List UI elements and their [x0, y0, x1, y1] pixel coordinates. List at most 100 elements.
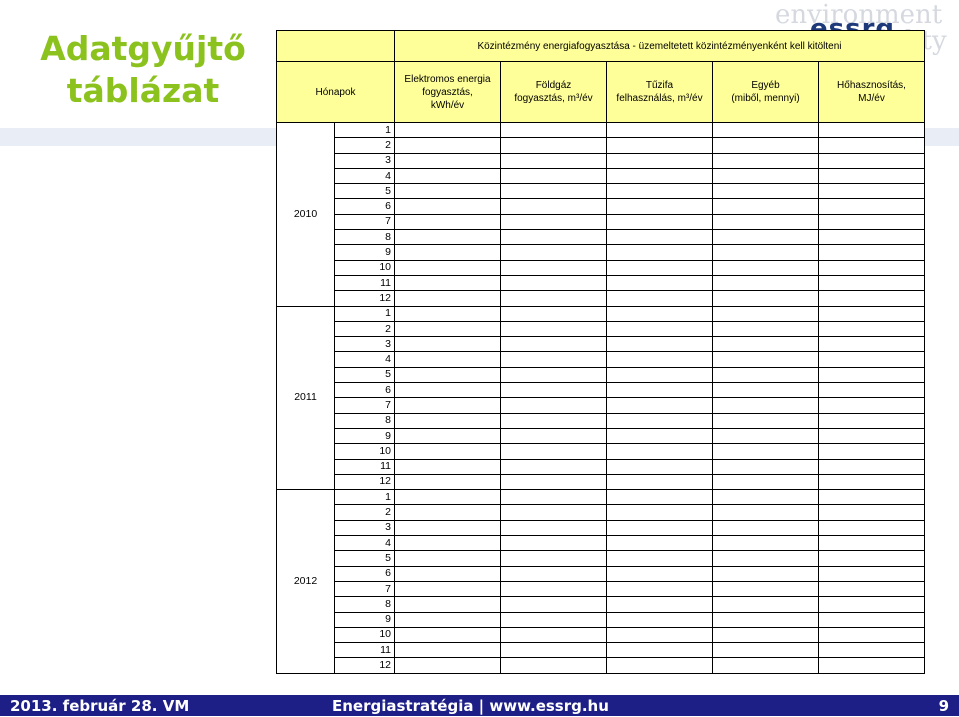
input-cell-heat[interactable] — [818, 443, 925, 460]
input-cell-electric[interactable] — [394, 198, 501, 215]
input-cell-electric[interactable] — [394, 167, 501, 185]
input-cell-heat[interactable] — [818, 611, 925, 628]
input-cell-gas[interactable] — [500, 121, 607, 139]
input-cell-wood[interactable] — [606, 397, 713, 414]
input-cell-heat[interactable] — [818, 320, 925, 338]
input-cell-wood[interactable] — [606, 580, 713, 598]
input-cell-gas[interactable] — [500, 229, 607, 246]
input-cell-wood[interactable] — [606, 565, 713, 582]
input-cell-heat[interactable] — [818, 458, 925, 475]
input-cell-gas[interactable] — [500, 565, 607, 582]
input-cell-other[interactable] — [712, 580, 819, 598]
input-cell-gas[interactable] — [500, 611, 607, 628]
input-cell-heat[interactable] — [818, 259, 925, 276]
input-cell-heat[interactable] — [818, 152, 925, 169]
input-cell-gas[interactable] — [500, 213, 607, 231]
input-cell-gas[interactable] — [500, 320, 607, 338]
input-cell-electric[interactable] — [394, 229, 501, 246]
input-cell-heat[interactable] — [818, 274, 925, 292]
input-cell-wood[interactable] — [606, 336, 713, 353]
input-cell-electric[interactable] — [394, 121, 501, 139]
input-cell-heat[interactable] — [818, 183, 925, 200]
input-cell-wood[interactable] — [606, 657, 713, 674]
input-cell-electric[interactable] — [394, 382, 501, 399]
input-cell-other[interactable] — [712, 565, 819, 582]
input-cell-wood[interactable] — [606, 198, 713, 215]
input-cell-electric[interactable] — [394, 290, 501, 307]
input-cell-gas[interactable] — [500, 580, 607, 598]
input-cell-electric[interactable] — [394, 642, 501, 659]
input-cell-other[interactable] — [712, 504, 819, 521]
input-cell-heat[interactable] — [818, 427, 925, 445]
input-cell-heat[interactable] — [818, 657, 925, 674]
input-cell-gas[interactable] — [500, 305, 607, 322]
input-cell-wood[interactable] — [606, 213, 713, 231]
input-cell-gas[interactable] — [500, 259, 607, 276]
input-cell-gas[interactable] — [500, 458, 607, 475]
input-cell-other[interactable] — [712, 137, 819, 154]
input-cell-heat[interactable] — [818, 412, 925, 429]
input-cell-other[interactable] — [712, 152, 819, 169]
input-cell-heat[interactable] — [818, 504, 925, 521]
input-cell-gas[interactable] — [500, 489, 607, 506]
input-cell-gas[interactable] — [500, 167, 607, 185]
input-cell-heat[interactable] — [818, 137, 925, 154]
input-cell-gas[interactable] — [500, 382, 607, 399]
input-cell-other[interactable] — [712, 412, 819, 429]
input-cell-electric[interactable] — [394, 336, 501, 353]
input-cell-heat[interactable] — [818, 198, 925, 215]
input-cell-gas[interactable] — [500, 443, 607, 460]
input-cell-wood[interactable] — [606, 183, 713, 200]
input-cell-electric[interactable] — [394, 397, 501, 414]
input-cell-gas[interactable] — [500, 596, 607, 613]
input-cell-electric[interactable] — [394, 550, 501, 567]
input-cell-heat[interactable] — [818, 351, 925, 368]
input-cell-electric[interactable] — [394, 535, 501, 552]
input-cell-other[interactable] — [712, 183, 819, 200]
input-cell-other[interactable] — [712, 626, 819, 644]
input-cell-electric[interactable] — [394, 137, 501, 154]
input-cell-gas[interactable] — [500, 366, 607, 384]
input-cell-other[interactable] — [712, 519, 819, 537]
input-cell-other[interactable] — [712, 167, 819, 185]
input-cell-wood[interactable] — [606, 611, 713, 628]
input-cell-heat[interactable] — [818, 565, 925, 582]
input-cell-gas[interactable] — [500, 244, 607, 261]
input-cell-wood[interactable] — [606, 519, 713, 537]
input-cell-electric[interactable] — [394, 565, 501, 582]
input-cell-other[interactable] — [712, 366, 819, 384]
input-cell-gas[interactable] — [500, 550, 607, 567]
input-cell-other[interactable] — [712, 611, 819, 628]
input-cell-other[interactable] — [712, 657, 819, 674]
input-cell-wood[interactable] — [606, 458, 713, 475]
input-cell-wood[interactable] — [606, 351, 713, 368]
input-cell-other[interactable] — [712, 642, 819, 659]
input-cell-electric[interactable] — [394, 259, 501, 276]
input-cell-other[interactable] — [712, 274, 819, 292]
input-cell-gas[interactable] — [500, 290, 607, 307]
input-cell-heat[interactable] — [818, 397, 925, 414]
input-cell-heat[interactable] — [818, 213, 925, 231]
input-cell-wood[interactable] — [606, 229, 713, 246]
input-cell-electric[interactable] — [394, 427, 501, 445]
input-cell-electric[interactable] — [394, 489, 501, 506]
input-cell-heat[interactable] — [818, 305, 925, 322]
input-cell-gas[interactable] — [500, 504, 607, 521]
input-cell-other[interactable] — [712, 213, 819, 231]
input-cell-electric[interactable] — [394, 657, 501, 674]
input-cell-electric[interactable] — [394, 213, 501, 231]
input-cell-electric[interactable] — [394, 504, 501, 521]
input-cell-heat[interactable] — [818, 489, 925, 506]
input-cell-wood[interactable] — [606, 550, 713, 567]
input-cell-wood[interactable] — [606, 504, 713, 521]
input-cell-other[interactable] — [712, 290, 819, 307]
input-cell-wood[interactable] — [606, 167, 713, 185]
input-cell-wood[interactable] — [606, 642, 713, 659]
input-cell-electric[interactable] — [394, 519, 501, 537]
input-cell-heat[interactable] — [818, 642, 925, 659]
input-cell-wood[interactable] — [606, 320, 713, 338]
input-cell-other[interactable] — [712, 443, 819, 460]
input-cell-heat[interactable] — [818, 550, 925, 567]
input-cell-heat[interactable] — [818, 580, 925, 598]
input-cell-wood[interactable] — [606, 366, 713, 384]
